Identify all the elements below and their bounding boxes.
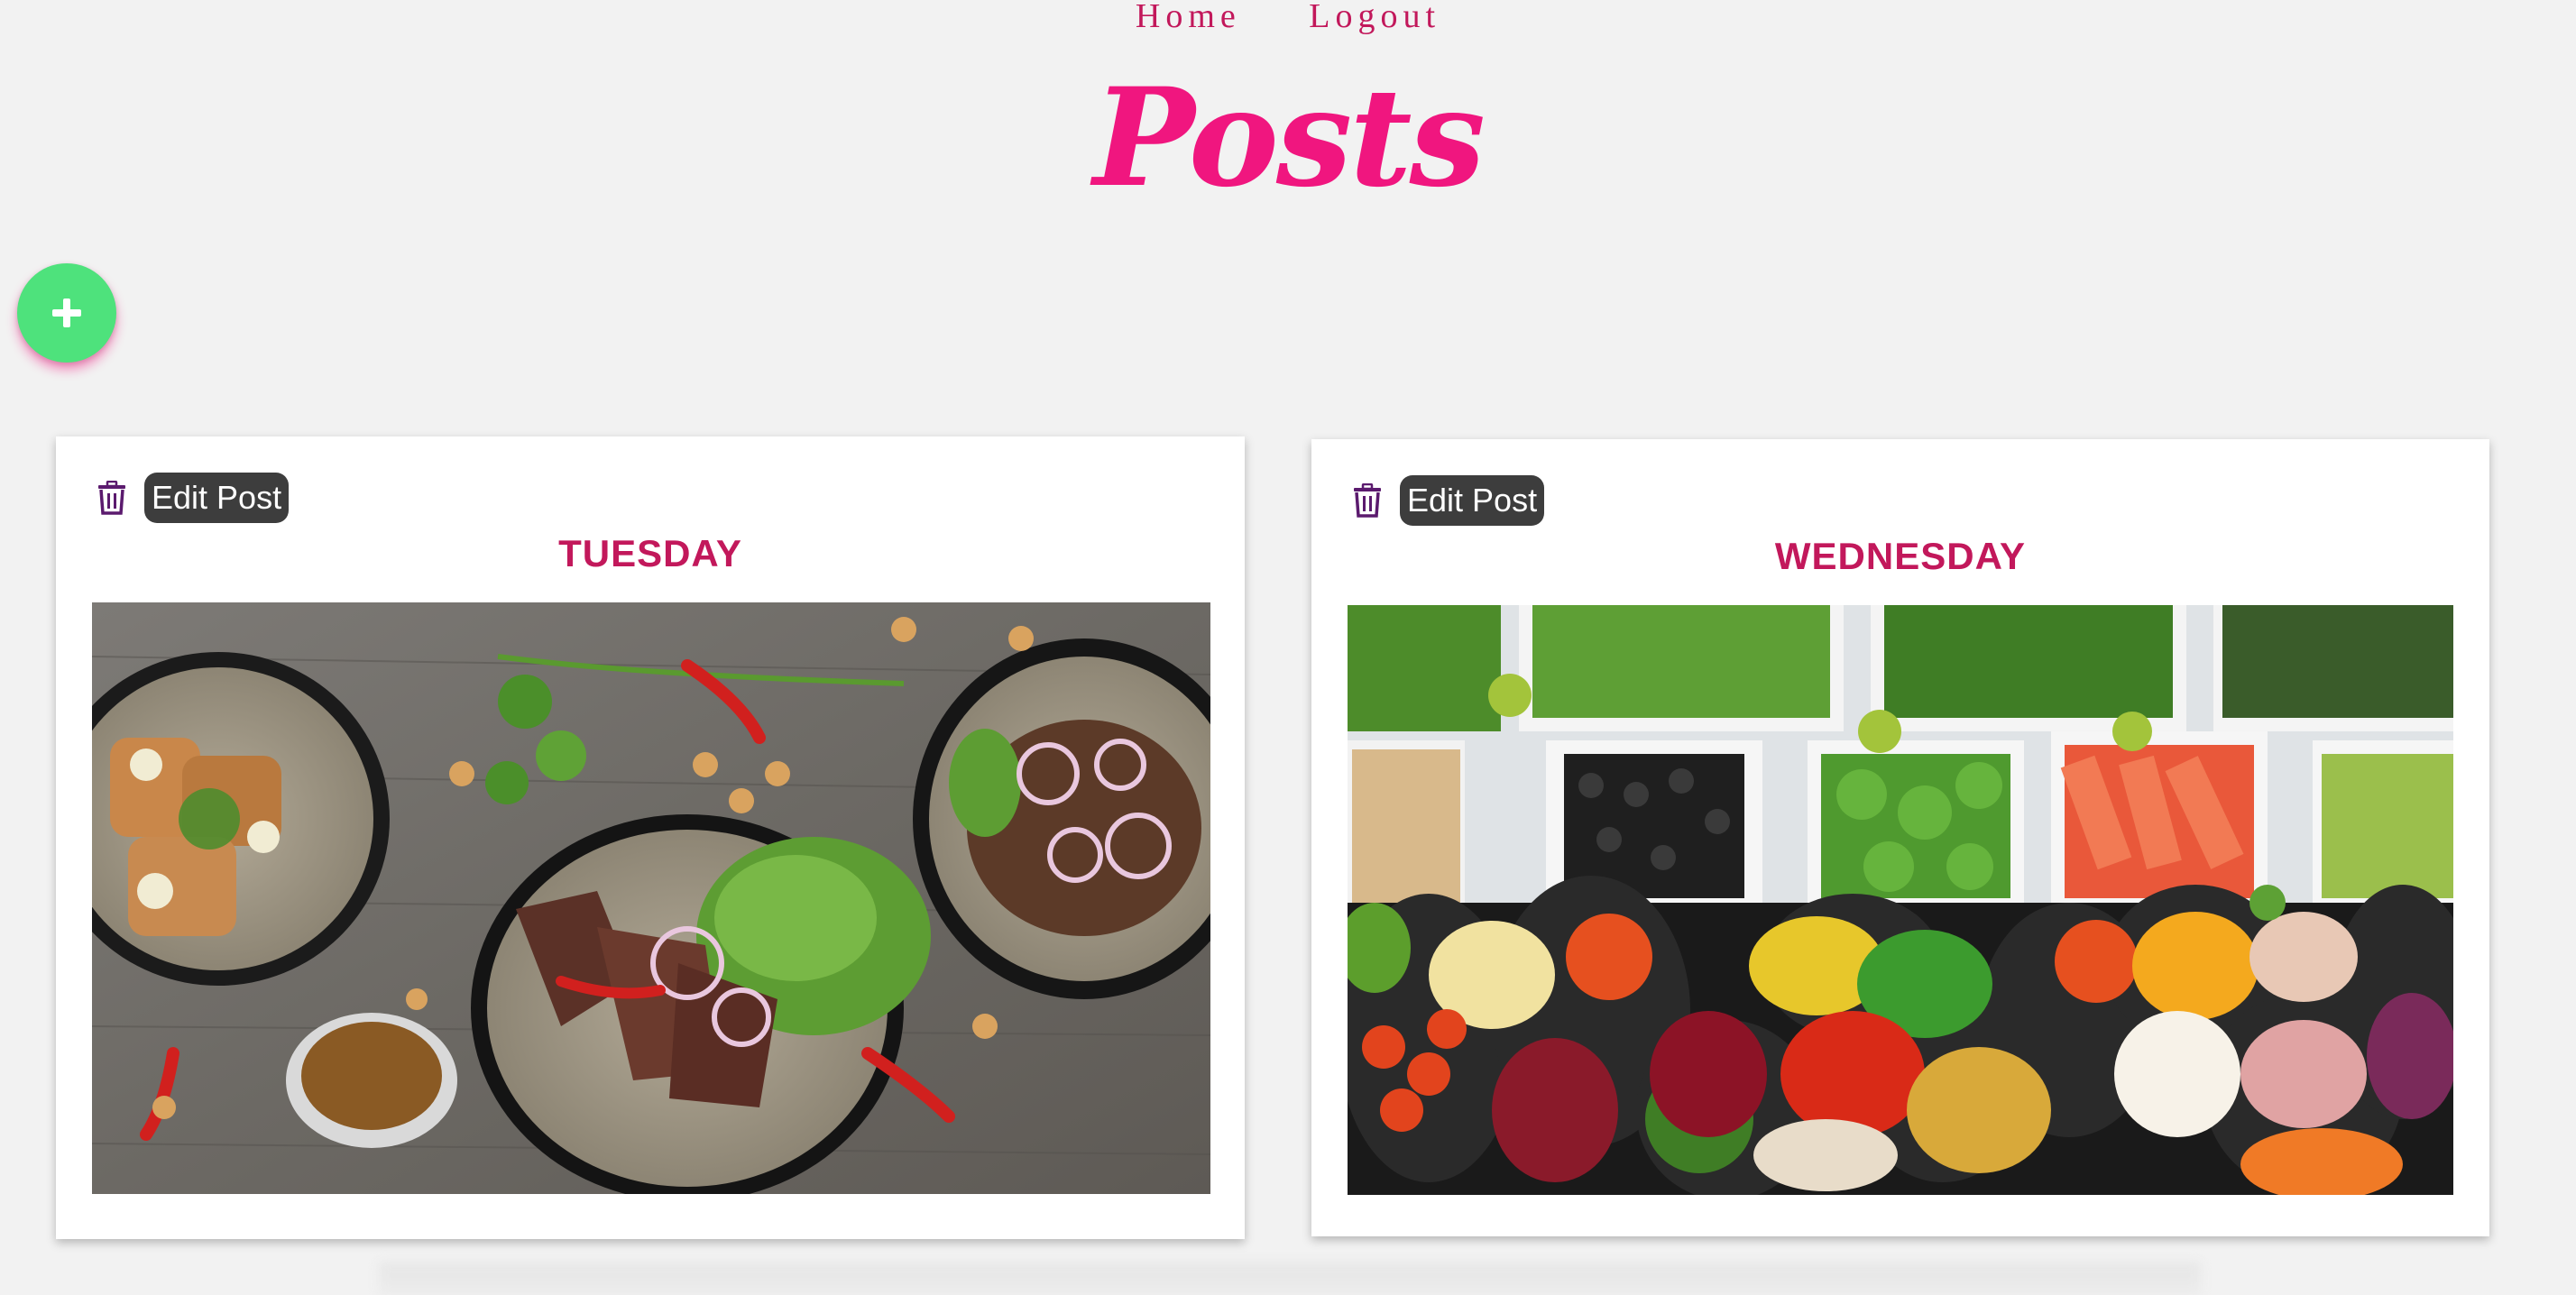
food-photo (92, 602, 1210, 1194)
delete-post-button[interactable] (96, 479, 128, 517)
post-actions: Edit Post (96, 473, 290, 523)
plus-icon (52, 298, 81, 327)
post-card: Edit Post WEDNESDAY (1311, 439, 2489, 1236)
add-post-button[interactable] (17, 263, 116, 363)
top-nav: Home Logout (0, 0, 2576, 36)
nav-home-link[interactable]: Home (1136, 0, 1241, 36)
edit-post-button[interactable]: Edit Post (144, 473, 290, 523)
salad-bar-photo (1348, 605, 2453, 1195)
trash-icon (98, 481, 125, 515)
edit-post-button[interactable]: Edit Post (1400, 475, 1545, 526)
footer-shadow (379, 1263, 2201, 1295)
post-image (1348, 605, 2453, 1195)
page-title: Posts (1093, 59, 1486, 217)
delete-post-button[interactable] (1351, 482, 1384, 519)
post-actions: Edit Post (1351, 475, 1545, 526)
page: Home Logout Posts Edit Post TUESDAY Edit… (0, 0, 2576, 1295)
post-card: Edit Post TUESDAY (56, 436, 1245, 1239)
nav-logout-link[interactable]: Logout (1309, 0, 1440, 36)
post-day-title: TUESDAY (558, 532, 742, 574)
post-day-title: WEDNESDAY (1774, 535, 2027, 577)
trash-icon (1354, 483, 1381, 518)
post-image (92, 602, 1210, 1194)
